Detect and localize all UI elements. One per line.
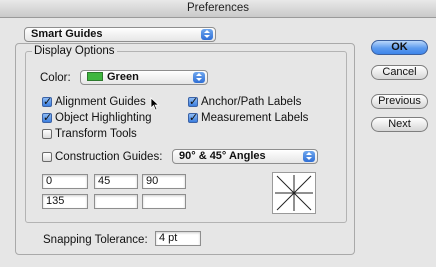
angle-preview: [272, 172, 316, 214]
construction-guides-label[interactable]: Construction Guides:: [55, 151, 162, 163]
angle-field-5[interactable]: [94, 194, 138, 209]
color-swatch: [87, 72, 103, 81]
snapping-tolerance-label: Snapping Tolerance:: [43, 234, 148, 246]
select-arrows-icon: [303, 151, 315, 162]
angle-field-4[interactable]: 135: [42, 194, 88, 209]
color-select-label: Green: [107, 71, 139, 83]
angles-select[interactable]: 90° & 45° Angles: [172, 149, 318, 164]
angles-select-label: 90° & 45° Angles: [179, 150, 266, 162]
angle-lines-icon: [275, 175, 313, 211]
cancel-button[interactable]: Cancel: [371, 65, 428, 80]
angle-field-3[interactable]: 90: [142, 174, 186, 189]
transform-tools-label[interactable]: Transform Tools: [55, 128, 137, 140]
previous-button[interactable]: Previous: [371, 94, 428, 109]
anchor-path-labels-checkbox[interactable]: [188, 95, 198, 108]
alignment-guides-label[interactable]: Alignment Guides: [55, 96, 146, 108]
mouse-cursor-icon: [150, 97, 160, 111]
select-arrows-icon: [201, 29, 213, 40]
angle-field-1[interactable]: 0: [42, 174, 88, 189]
alignment-guides-checkbox[interactable]: [42, 95, 52, 108]
anchor-path-labels-label[interactable]: Anchor/Path Labels: [201, 96, 301, 108]
transform-tools-checkbox[interactable]: [42, 129, 52, 139]
window-title: Preferences: [0, 0, 436, 18]
section-select[interactable]: Smart Guides: [24, 27, 216, 42]
display-options-legend: Display Options: [32, 45, 117, 58]
angle-field-6[interactable]: [142, 194, 186, 209]
object-highlighting-label[interactable]: Object Highlighting: [55, 112, 152, 124]
snapping-tolerance-field[interactable]: 4 pt: [155, 231, 201, 246]
select-arrows-icon: [193, 72, 205, 83]
construction-guides-checkbox[interactable]: [42, 152, 52, 162]
ok-button[interactable]: OK: [371, 40, 428, 55]
angle-field-2[interactable]: 45: [94, 174, 138, 189]
measurement-labels-label[interactable]: Measurement Labels: [201, 112, 308, 124]
next-button[interactable]: Next: [371, 117, 428, 132]
section-select-label: Smart Guides: [31, 28, 103, 40]
measurement-labels-checkbox[interactable]: [188, 111, 198, 124]
color-label: Color:: [40, 72, 71, 84]
color-select[interactable]: Green: [80, 70, 208, 85]
object-highlighting-checkbox[interactable]: [42, 111, 52, 124]
